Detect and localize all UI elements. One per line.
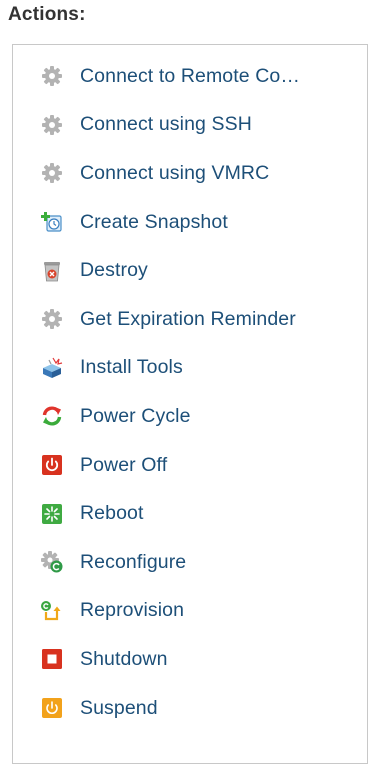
power-off-icon	[41, 454, 63, 476]
gear-icon	[41, 114, 63, 136]
snapshot-icon	[41, 211, 63, 233]
action-power-off[interactable]: Power Off	[13, 441, 367, 490]
trash-icon	[41, 260, 63, 282]
actions-list: Connect to Remote Co… Connect using SSH	[13, 52, 367, 732]
action-create-snapshot[interactable]: Create Snapshot	[13, 198, 367, 247]
action-connect-ssh[interactable]: Connect using SSH	[13, 101, 367, 150]
action-label: Reprovision	[80, 599, 185, 622]
shutdown-icon	[41, 648, 63, 670]
install-tools-icon	[41, 357, 63, 379]
action-reboot[interactable]: Reboot	[13, 489, 367, 538]
action-destroy[interactable]: Destroy	[13, 246, 367, 295]
action-label: Get Expiration Reminder	[80, 307, 296, 330]
action-label: Reconfigure	[80, 550, 187, 573]
action-label: Install Tools	[80, 356, 183, 379]
action-label: Power Cycle	[80, 404, 191, 427]
action-connect-vmrc[interactable]: Connect using VMRC	[13, 149, 367, 198]
action-suspend[interactable]: Suspend	[13, 684, 367, 733]
action-label: Destroy	[80, 259, 148, 282]
reboot-icon	[41, 503, 63, 525]
gear-icon	[41, 308, 63, 330]
action-power-cycle[interactable]: Power Cycle	[13, 392, 367, 441]
action-label: Suspend	[80, 696, 158, 719]
action-label: Connect using VMRC	[80, 161, 270, 184]
action-label: Reboot	[80, 502, 144, 525]
action-label: Shutdown	[80, 647, 168, 670]
actions-panel: Connect to Remote Co… Connect using SSH	[12, 44, 368, 764]
action-label: Connect using SSH	[80, 113, 252, 136]
action-get-expiration-reminder[interactable]: Get Expiration Reminder	[13, 295, 367, 344]
gear-icon	[41, 162, 63, 184]
action-label: Create Snapshot	[80, 210, 228, 233]
suspend-icon	[41, 697, 63, 719]
action-reconfigure[interactable]: Reconfigure	[13, 538, 367, 587]
reconfigure-icon	[41, 551, 63, 573]
action-label: Connect to Remote Co…	[80, 64, 300, 87]
gear-icon	[41, 65, 63, 87]
action-shutdown[interactable]: Shutdown	[13, 635, 367, 684]
action-label: Power Off	[80, 453, 168, 476]
action-connect-remote-console[interactable]: Connect to Remote Co…	[13, 52, 367, 101]
action-reprovision[interactable]: Reprovision	[13, 587, 367, 636]
reprovision-icon	[41, 600, 63, 622]
action-install-tools[interactable]: Install Tools	[13, 344, 367, 393]
power-cycle-icon	[41, 405, 63, 427]
actions-heading: Actions:	[8, 4, 86, 25]
